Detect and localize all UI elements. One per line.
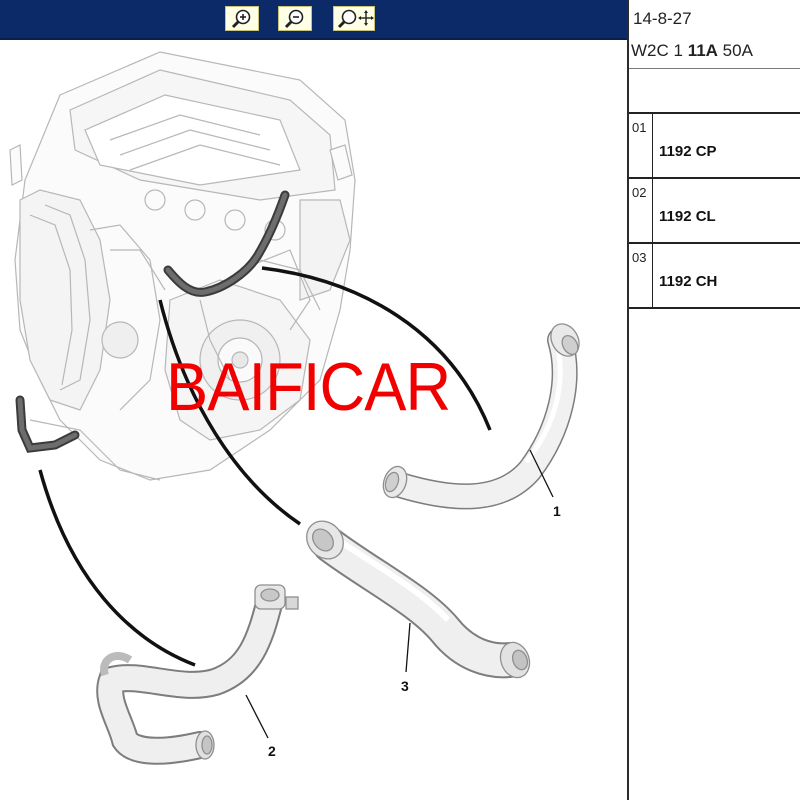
parts-table: 01 1192 CP 02 1192 CL 03 1192 CH [629,112,800,309]
zoom-out-icon [284,9,304,29]
zoom-pan-button[interactable] [333,6,375,31]
watermark-text: BAIFICAR [166,349,451,425]
header-separator [629,68,800,69]
callout-label-2: 2 [268,743,276,759]
table-row[interactable]: 01 1192 CP [629,114,800,179]
catalog-code-prefix: W2C 1 [631,41,688,60]
zoom-pan-icon [337,9,374,29]
zoom-in-icon [231,9,251,29]
part-index: 01 [629,114,653,177]
part-index: 02 [629,179,653,242]
part-code[interactable]: 1192 CH [659,273,717,290]
callout-label-3: 3 [401,678,409,694]
catalog-code-group: 11A [687,41,718,60]
zoom-out-button[interactable] [278,6,312,31]
part-code[interactable]: 1192 CL [659,208,716,225]
diagram-pane: 1 3 2 BAIFICAR [0,0,627,800]
parts-list-pane: 14-8-27 W2C 1 11A 50A 01 1192 CP 02 1192… [629,0,800,800]
table-row[interactable]: 02 1192 CL [629,179,800,244]
part-2-hose [96,584,299,765]
part-index: 03 [629,244,653,307]
catalog-date: 14-8-27 [633,9,692,28]
table-row[interactable]: 03 1192 CH [629,244,800,309]
catalog-code: W2C 1 11A 50A [631,41,753,61]
part-code[interactable]: 1192 CP [659,143,717,160]
callout-label-1: 1 [553,503,561,519]
part-3-hose [306,520,531,679]
toolbar [0,0,627,40]
zoom-in-button[interactable] [225,6,259,31]
catalog-code-suffix: 50A [717,41,753,60]
